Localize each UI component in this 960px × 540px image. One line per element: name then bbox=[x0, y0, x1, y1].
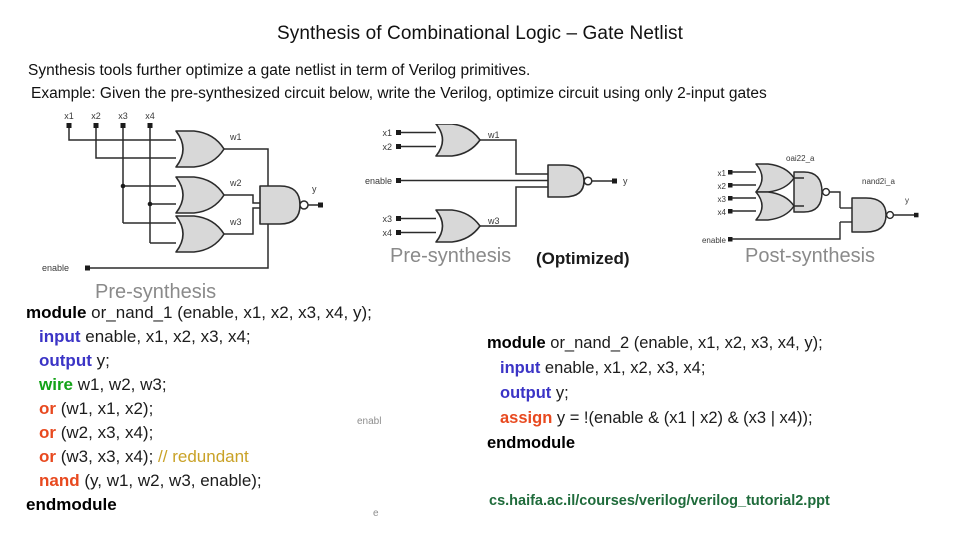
code-token-kw-blue: input bbox=[39, 327, 86, 346]
input-label-x4: x4 bbox=[145, 111, 155, 121]
nand-bubble-icon bbox=[299, 200, 309, 210]
oai22-gate bbox=[755, 163, 831, 221]
wire-label-w1: w1 bbox=[487, 130, 500, 140]
code-token-plain: or_nand_2 (enable, x1, x2, x3, x4, y); bbox=[550, 334, 823, 352]
verilog-code-pre-synthesis: module or_nand_1 (enable, x1, x2, x3, x4… bbox=[26, 301, 372, 517]
input-label-x3: x3 bbox=[718, 195, 727, 204]
code-line: or (w3, x3, x4); // redundant bbox=[26, 445, 372, 469]
code-line: or (w1, x1, x2); bbox=[26, 397, 372, 421]
code-line: endmodule bbox=[26, 493, 372, 517]
input-label-x3: x3 bbox=[118, 111, 128, 121]
source-url: cs.haifa.ac.il/courses/verilog/verilog_t… bbox=[489, 493, 830, 509]
code-token-kw-blue: output bbox=[39, 351, 97, 370]
cell-label-oai22: oai22_a bbox=[786, 154, 815, 163]
code-token-kw-blk: endmodule bbox=[26, 495, 117, 514]
code-token-kw-red: nand bbox=[39, 471, 85, 490]
code-line: output y; bbox=[487, 381, 823, 406]
wire-label-w3: w3 bbox=[487, 216, 500, 226]
code-token-plain: (w2, x3, x4); bbox=[60, 423, 154, 442]
output-label-y: y bbox=[623, 176, 628, 186]
body-text-line-1: Synthesis tools further optimize a gate … bbox=[28, 62, 531, 79]
code-token-kw-blue: output bbox=[500, 384, 556, 402]
code-token-plain: or_nand_1 (enable, x1, x2, x3, x4, y); bbox=[91, 303, 372, 322]
code-token-plain: (w3, x3, x4); bbox=[60, 447, 159, 466]
body-text-line-2: Example: Given the pre-synthesized circu… bbox=[31, 85, 767, 102]
nand2i-bubble-icon bbox=[885, 210, 895, 220]
code-line: or (w2, x3, x4); bbox=[26, 421, 372, 445]
verilog-code-optimized: module or_nand_2 (enable, x1, x2, x3, x4… bbox=[487, 331, 823, 456]
code-token-plain: (y, w1, w2, w3, enable); bbox=[84, 471, 262, 490]
output-label-y: y bbox=[905, 196, 909, 205]
input-label-x4: x4 bbox=[382, 228, 392, 238]
input-label-x3: x3 bbox=[382, 214, 392, 224]
code-token-plain: y; bbox=[96, 351, 110, 370]
nand-bubble-icon bbox=[583, 176, 593, 186]
input-label-x1: x1 bbox=[64, 111, 74, 121]
code-line: wire w1, w2, w3; bbox=[26, 373, 372, 397]
caption-pre-synthesis-optimized: Pre-synthesis bbox=[390, 245, 512, 267]
or-gate-w3 bbox=[435, 209, 481, 243]
code-token-plain: y = !(enable & (x1 | x2) & (x3 | x4)); bbox=[556, 409, 813, 427]
input-label-x1: x1 bbox=[382, 128, 392, 138]
code-token-plain: y; bbox=[555, 384, 569, 402]
code-line: input enable, x1, x2, x3, x4; bbox=[487, 356, 823, 381]
wire-label-w2: w2 bbox=[229, 178, 242, 188]
code-line: input enable, x1, x2, x3, x4; bbox=[26, 325, 372, 349]
input-label-x2: x2 bbox=[718, 182, 727, 191]
code-line: module or_nand_2 (enable, x1, x2, x3, x4… bbox=[487, 331, 823, 356]
enable-label: enable bbox=[42, 263, 69, 273]
code-token-kw-blk: endmodule bbox=[487, 434, 576, 452]
code-token-kw-red: or bbox=[39, 399, 61, 418]
input-label-x4: x4 bbox=[718, 208, 727, 217]
wire-label-w3: w3 bbox=[229, 217, 242, 227]
code-line: assign y = !(enable & (x1 | x2) & (x3 | … bbox=[487, 406, 823, 431]
caption-post-synthesis: Post-synthesis bbox=[745, 245, 876, 267]
code-token-plain: w1, w2, w3; bbox=[77, 375, 167, 394]
code-token-cmt: // redundant bbox=[158, 447, 249, 466]
code-line: nand (y, w1, w2, w3, enable); bbox=[26, 469, 372, 493]
code-line: module or_nand_1 (enable, x1, x2, x3, x4… bbox=[26, 301, 372, 325]
code-line: output y; bbox=[26, 349, 372, 373]
code-token-kw-blue: input bbox=[500, 359, 545, 377]
code-token-kw-blk: module bbox=[26, 303, 92, 322]
or-gate-w3 bbox=[175, 215, 225, 253]
diagram-pre-synthesis-optimized: x1 x2 x3 x4 enable w1 w3 y bbox=[358, 124, 638, 249]
enable-label: enable bbox=[365, 176, 392, 186]
code-token-plain: enable, x1, x2, x3, x4; bbox=[85, 327, 251, 346]
code-token-plain: (w1, x1, x2); bbox=[60, 399, 154, 418]
or-gate-w1 bbox=[175, 130, 225, 168]
cell-label-nand2i: nand2i_a bbox=[862, 177, 895, 186]
artifact-text-e: e bbox=[373, 508, 379, 519]
input-label-x2: x2 bbox=[91, 111, 101, 121]
code-token-kw-red: assign bbox=[500, 409, 557, 427]
wire-label-w1: w1 bbox=[229, 132, 242, 142]
or-gate-w1 bbox=[435, 124, 481, 157]
oai22-bubble-icon bbox=[821, 187, 831, 197]
input-label-x2: x2 bbox=[382, 142, 392, 152]
or-gate-w2 bbox=[175, 176, 225, 214]
output-label-y: y bbox=[312, 184, 317, 194]
code-token-kw-green: wire bbox=[39, 375, 78, 394]
diagram-post-synthesis: x1 x2 x3 x4 enable oai22_a nand2i_a y bbox=[700, 150, 950, 260]
diagram-pre-synthesis: x1 x2 x3 x4 w1 w2 w3 y enable bbox=[28, 108, 328, 288]
code-token-plain: enable, x1, x2, x3, x4; bbox=[544, 359, 706, 377]
code-token-kw-blk: module bbox=[487, 334, 551, 352]
input-label-x1: x1 bbox=[718, 169, 727, 178]
caption-optimized-suffix: (Optimized) bbox=[536, 249, 630, 268]
nand-gate bbox=[547, 164, 617, 198]
code-line: endmodule bbox=[487, 431, 823, 456]
code-token-kw-red: or bbox=[39, 423, 61, 442]
page-title: Synthesis of Combinational Logic – Gate … bbox=[276, 23, 684, 44]
code-token-kw-red: or bbox=[39, 447, 61, 466]
enable-label: enable bbox=[702, 236, 727, 245]
artifact-text-enabl: enabl bbox=[357, 416, 382, 427]
